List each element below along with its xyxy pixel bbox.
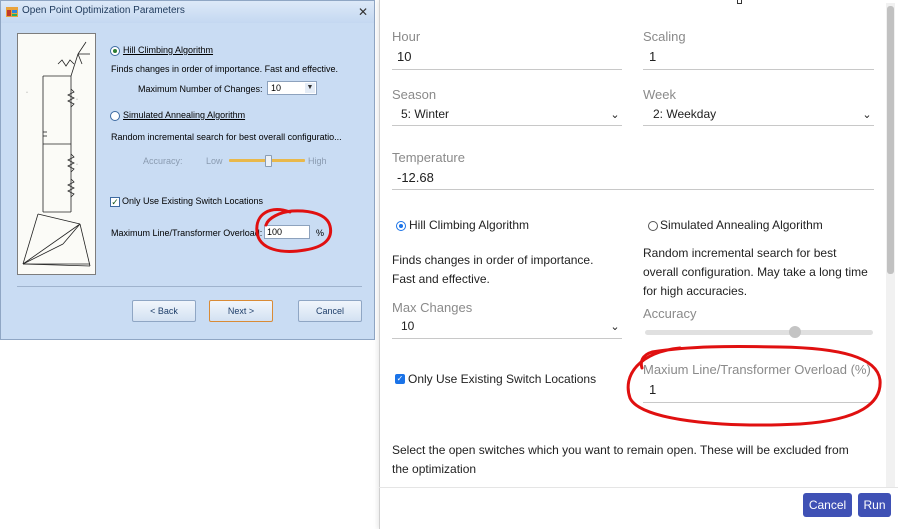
- legacy-overload-unit: %: [316, 228, 325, 238]
- legacy-hill-climbing-description: Finds changes in order of importance. Fa…: [111, 64, 338, 74]
- use-existing-label: Only Use Existing Switch Locations: [408, 372, 597, 386]
- scrollbar-thumb[interactable]: [887, 6, 894, 274]
- accuracy-slider-track[interactable]: [645, 330, 873, 335]
- scaling-underline: [643, 69, 874, 70]
- simulated-annealing-radio[interactable]: [648, 221, 658, 231]
- legacy-next-button[interactable]: Next >: [209, 300, 273, 322]
- cancel-button[interactable]: Cancel: [803, 493, 852, 517]
- legacy-overload-input[interactable]: 100: [264, 225, 310, 239]
- season-select[interactable]: 5: Winter: [401, 106, 449, 122]
- run-button[interactable]: Run: [858, 493, 891, 517]
- legacy-dialog-title: Open Point Optimization Parameters: [22, 5, 185, 16]
- legacy-hill-climbing-label[interactable]: Hill Climbing Algorithm: [123, 45, 213, 56]
- legacy-accuracy-low-label: Low: [206, 156, 223, 166]
- legacy-use-existing-label: Only Use Existing Switch Locations: [122, 196, 264, 206]
- svg-text:·: ·: [76, 97, 78, 103]
- temperature-label: Temperature: [392, 150, 465, 165]
- temperature-input[interactable]: -12.68: [397, 170, 434, 186]
- overload-underline: [643, 402, 874, 403]
- legacy-hill-climbing-radio[interactable]: [110, 46, 120, 56]
- svg-text:·: ·: [26, 90, 28, 96]
- simulated-annealing-description: Random incremental search for best overa…: [643, 246, 868, 298]
- chevron-down-icon[interactable]: ⌄: [610, 110, 620, 121]
- legacy-overload-label: Maximum Line/Transformer Overload:: [111, 228, 263, 238]
- overload-label: Maxium Line/Transformer Overload (%): [643, 362, 871, 377]
- week-label: Week: [643, 87, 676, 102]
- legacy-simulated-annealing-radio[interactable]: [110, 111, 120, 121]
- circuit-diagram-image: · · ·: [17, 33, 96, 275]
- svg-text:·: ·: [76, 162, 78, 168]
- max-changes-label: Max Changes: [392, 300, 473, 315]
- hill-climbing-label[interactable]: Hill Climbing Algorithm: [409, 216, 529, 235]
- circuit-schematic-drawing: · · ·: [22, 41, 91, 267]
- overload-input[interactable]: 1: [649, 382, 656, 398]
- accuracy-label: Accuracy: [643, 306, 697, 321]
- hill-climbing-description: Finds changes in order of importance. Fa…: [392, 253, 594, 286]
- scaling-input[interactable]: 1: [649, 49, 656, 65]
- week-underline: [643, 125, 874, 126]
- season-underline: [392, 125, 622, 126]
- hour-input[interactable]: 10: [397, 49, 411, 65]
- legacy-max-changes-combo[interactable]: 10 ▼: [267, 81, 317, 95]
- legacy-accuracy-label: Accuracy:: [143, 156, 183, 166]
- max-changes-select[interactable]: 10: [401, 318, 414, 334]
- legacy-accuracy-slider-thumb[interactable]: [265, 155, 272, 167]
- hill-climbing-radio[interactable]: [396, 221, 406, 231]
- open-switches-instructions: Select the open switches which you want …: [392, 443, 849, 476]
- legacy-max-changes-label: Maximum Number of Changes:: [138, 84, 263, 94]
- scaling-label: Scaling: [643, 29, 686, 44]
- chevron-down-icon[interactable]: ⌄: [610, 322, 620, 333]
- season-label: Season: [392, 87, 437, 102]
- chevron-down-icon[interactable]: ⌄: [862, 110, 872, 121]
- week-select[interactable]: 2: Weekday: [653, 106, 716, 122]
- legacy-back-button[interactable]: < Back: [132, 300, 196, 322]
- footer-divider: [379, 487, 898, 488]
- temperature-underline: [392, 189, 874, 190]
- legacy-simulated-annealing-description: Random incremental search for best overa…: [111, 132, 342, 142]
- use-existing-checkbox[interactable]: ✓: [395, 374, 405, 384]
- close-icon[interactable]: ✕: [355, 4, 371, 20]
- hour-underline: [392, 69, 622, 70]
- legacy-max-changes-value: 10: [271, 83, 282, 93]
- max-changes-underline: [392, 338, 622, 339]
- resize-marker: [737, 0, 742, 4]
- legacy-cancel-button[interactable]: Cancel: [298, 300, 362, 322]
- legacy-simulated-annealing-label[interactable]: Simulated Annealing Algorithm: [123, 110, 245, 121]
- legacy-divider: [17, 286, 362, 287]
- legacy-title-bar: Open Point Optimization Parameters ✕: [1, 1, 374, 23]
- app-window-icon: [6, 7, 18, 17]
- legacy-use-existing-checkbox[interactable]: ✓: [110, 197, 120, 207]
- hour-label: Hour: [392, 29, 421, 44]
- legacy-accuracy-high-label: High: [308, 156, 327, 166]
- legacy-overload-value: 100: [267, 227, 283, 237]
- chevron-down-icon[interactable]: ▼: [305, 83, 315, 93]
- simulated-annealing-label[interactable]: Simulated Annealing Algorithm: [660, 216, 823, 235]
